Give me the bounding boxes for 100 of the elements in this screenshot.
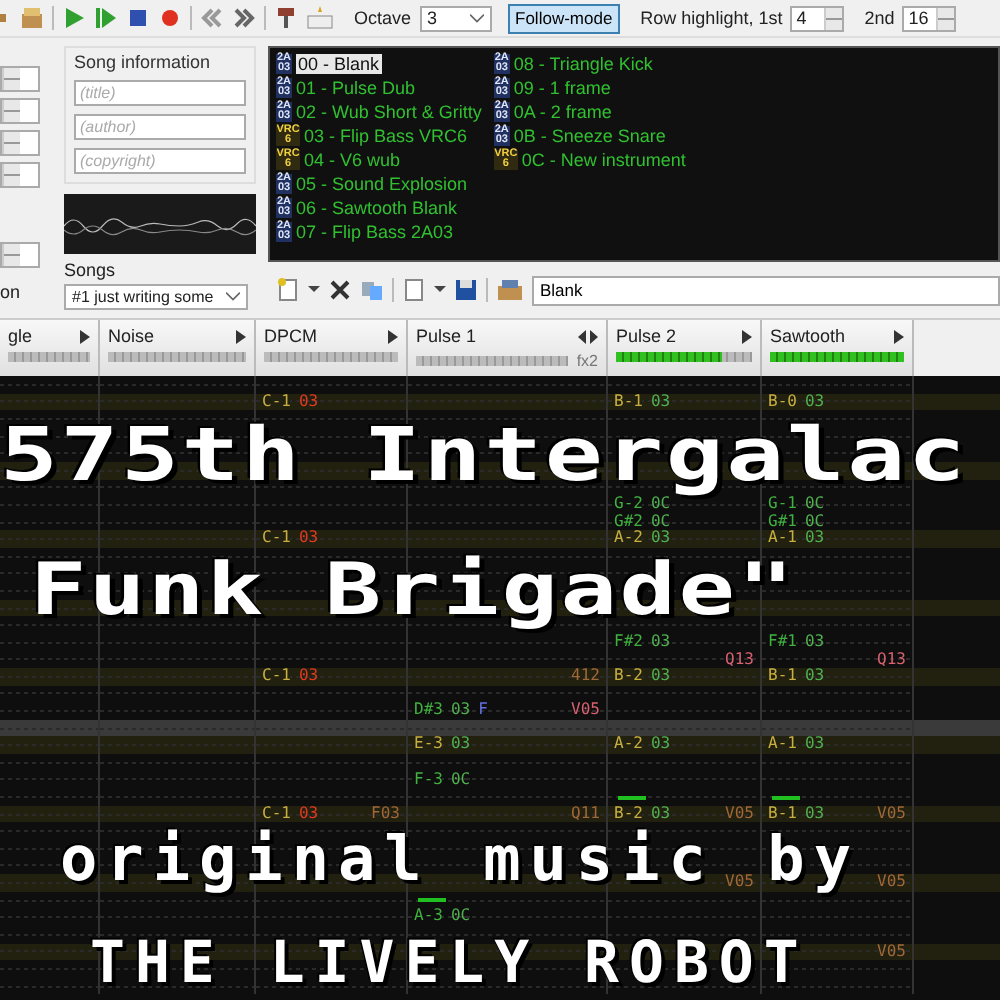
note-text: A-3 [414, 908, 443, 926]
note-text: C-1 [262, 668, 291, 686]
instrument-number: 03 [650, 530, 671, 548]
expand-arrow-icon[interactable] [742, 329, 752, 343]
note-text: B-2 [614, 805, 643, 823]
instrument-number: 0C [650, 513, 671, 531]
group-title: Song information [74, 52, 213, 72]
setting-spinbox[interactable] [0, 242, 40, 268]
instrument-number: 03 [804, 633, 825, 651]
note-text: B-2 [614, 668, 643, 686]
load-instrument-icon[interactable] [402, 278, 426, 302]
note-text: F-3 [414, 771, 443, 789]
note-text: B-0 [768, 393, 797, 411]
instrument-name-field[interactable]: Blank [532, 275, 1000, 305]
expand-arrow-icon[interactable] [894, 329, 904, 343]
new-instrument-icon[interactable] [276, 278, 300, 302]
note-text: C-1 [262, 530, 291, 548]
instrument-number: 03 [650, 668, 671, 686]
channel-name: Pulse 1 [416, 326, 477, 346]
edit-instrument-icon[interactable] [496, 278, 524, 302]
previous-icon[interactable] [200, 6, 224, 30]
second-highlight-spinbox[interactable]: 16 [902, 5, 957, 31]
channel-header[interactable]: Pulse 2 [608, 320, 762, 376]
note-text: G-2 [614, 496, 643, 514]
effect-command: V05 [877, 874, 906, 892]
instrument-number: 03 [650, 736, 671, 755]
instrument-number: 03 [804, 393, 825, 411]
setting-spinbox[interactable] [0, 162, 40, 188]
effect-columns-label: fx2 [576, 352, 598, 370]
note-text: F#1 [768, 633, 797, 651]
delete-icon[interactable] [328, 278, 352, 302]
song-info-field[interactable]: (title) [74, 80, 246, 106]
channel-name: Pulse 2 [616, 326, 677, 346]
channel-header[interactable]: Noise [100, 320, 256, 376]
next-icon[interactable] [232, 6, 256, 30]
second-highlight-label: 2nd [864, 8, 895, 28]
volume-meter [616, 352, 752, 362]
effect-command: Q13 [725, 651, 754, 669]
hammer-icon[interactable] [274, 6, 298, 30]
caret-icon[interactable] [434, 286, 446, 294]
channel-name: Sawtooth [770, 326, 846, 346]
instrument-number: 03 [804, 736, 825, 755]
instrument-number: 03 [450, 702, 471, 720]
caret-icon[interactable] [308, 286, 320, 294]
first-highlight-spinbox[interactable]: 4 [790, 5, 845, 31]
instrument-number: 03 [298, 668, 319, 686]
overlay-title: Funk Brigade" [30, 549, 797, 633]
note-text: A-1 [768, 530, 797, 548]
volume-meter [770, 352, 904, 362]
caret-icon [469, 13, 484, 23]
note-text: C-1 [262, 805, 291, 823]
effect-command: F03 [371, 805, 400, 823]
instrument-number: 03 [804, 530, 825, 548]
effect-command: V05 [725, 874, 754, 892]
instrument-number: 0C [450, 771, 471, 789]
follow-mode-button[interactable]: Follow-mode [507, 3, 621, 33]
overlay-title: 575th Intergalac [0, 411, 969, 497]
channel-header[interactable]: Sawtooth [762, 320, 914, 376]
instrument-number: 03 [450, 736, 471, 755]
overlay-credit-word: original [60, 824, 431, 896]
record-icon[interactable] [158, 6, 182, 30]
channel-header[interactable]: Pulse 1 fx2 [408, 320, 608, 376]
expand-arrow-icon[interactable] [388, 329, 398, 343]
volume-value: F [478, 702, 488, 720]
song-dropdown[interactable]: #1 just writing some [64, 284, 248, 310]
instrument-number: 03 [650, 633, 671, 651]
instrument-number: 0C [650, 496, 671, 514]
instrument-number: 0C [804, 496, 825, 514]
octave-dropdown[interactable]: 3 [419, 5, 492, 31]
effect-command: V05 [571, 702, 600, 720]
expand-arrow-icon[interactable] [236, 329, 246, 343]
stop-icon[interactable] [126, 6, 150, 30]
play-pattern-icon[interactable] [94, 6, 118, 30]
clone-icon[interactable] [360, 278, 384, 302]
effect-command: 412 [571, 668, 600, 686]
note-text: C-1 [262, 393, 291, 411]
expand-arrow-icon[interactable] [80, 329, 90, 343]
setting-spinbox[interactable] [0, 98, 40, 124]
effect-command: Q13 [877, 651, 906, 669]
channel-header[interactable]: DPCM [256, 320, 408, 376]
effect-command: V05 [877, 805, 906, 823]
songs-label: Songs [64, 260, 118, 280]
channel-header[interactable]: gle [0, 320, 100, 376]
setting-spinbox[interactable] [0, 66, 40, 92]
channel-name: Noise [108, 326, 155, 346]
channel-name: gle [8, 326, 33, 346]
effect-command: Q11 [571, 805, 600, 823]
instrument-number: 03 [804, 668, 825, 686]
overlay-credit-word: by [767, 824, 860, 896]
song-info-field[interactable]: (author) [74, 114, 246, 140]
song-info-field[interactable]: (copyright) [74, 148, 246, 174]
caret-icon [226, 292, 240, 302]
note-text: D#3 [414, 702, 443, 720]
left-right-arrows-icon[interactable] [578, 329, 598, 343]
setting-label: on [0, 282, 23, 302]
instrument-number: 03 [298, 530, 319, 548]
note-text: B-1 [768, 668, 797, 686]
setting-spinbox[interactable] [0, 130, 40, 156]
save-icon[interactable] [454, 278, 478, 302]
play-icon[interactable] [62, 6, 86, 30]
